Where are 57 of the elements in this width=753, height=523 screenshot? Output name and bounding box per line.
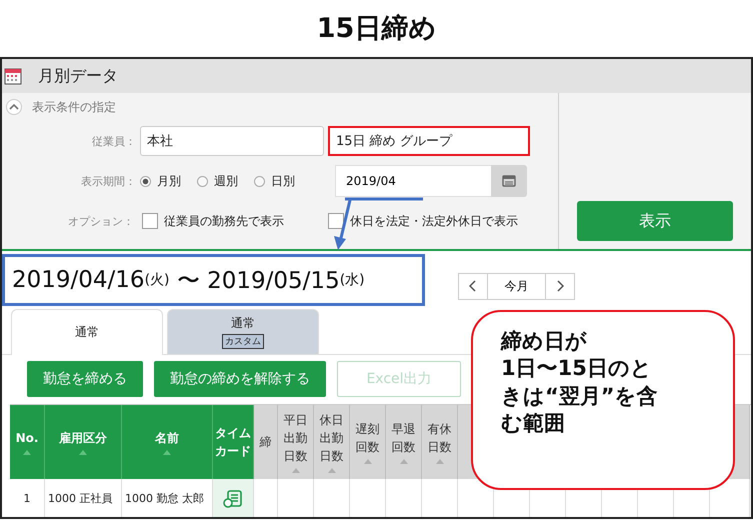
column-header[interactable]: タイムカード: [213, 405, 254, 479]
sort-icon[interactable]: [364, 459, 372, 464]
calendar-button[interactable]: [491, 165, 527, 197]
timecard-icon[interactable]: [223, 490, 243, 508]
radio-label: 月別: [157, 172, 181, 190]
column-header[interactable]: 平日出勤日数: [278, 405, 314, 479]
table-cell: 1: [10, 479, 45, 517]
chevron-up-icon: [9, 103, 19, 111]
sort-icon[interactable]: [436, 459, 444, 464]
column-header[interactable]: 締: [254, 405, 278, 479]
radio-label: 日別: [271, 172, 295, 190]
field-label: 従業員：: [91, 134, 137, 148]
date-field[interactable]: 2019/04: [335, 165, 491, 197]
column-header[interactable]: No.: [10, 405, 45, 479]
field-label: オプション：: [67, 214, 135, 228]
checkbox-label: 休日を法定・法定外休日で表示: [350, 212, 518, 230]
column-header[interactable]: 早退回数: [386, 405, 422, 479]
action-button[interactable]: 勤怠を締める: [27, 361, 143, 397]
sort-icon[interactable]: [400, 459, 408, 464]
show-button[interactable]: 表示: [577, 201, 733, 241]
chevron-left-icon: [469, 280, 477, 292]
radio-button[interactable]: [140, 176, 151, 186]
sort-icon[interactable]: [163, 450, 171, 455]
radio-button[interactable]: [254, 176, 265, 186]
calendar-icon: [4, 67, 22, 85]
column-header[interactable]: 名前: [122, 405, 213, 479]
field-label: 表示期間：: [80, 174, 137, 188]
text-field[interactable]: 15日 締め グループ: [328, 126, 530, 156]
annotation-arrow: [334, 200, 352, 250]
callout-tooltip: 締め日が 1日〜15日のと きは“翌月”を含 む範囲: [471, 310, 735, 490]
chevron-right-icon: [556, 280, 564, 292]
sort-icon[interactable]: [23, 450, 31, 455]
page-title: 15日締め: [316, 12, 438, 46]
text-field[interactable]: 本社: [140, 126, 324, 156]
collapse-button[interactable]: [6, 99, 22, 115]
column-header[interactable]: 雇用区分: [45, 405, 122, 479]
column-header[interactable]: 休日出勤日数: [314, 405, 350, 479]
sort-icon[interactable]: [79, 450, 87, 455]
radio-label: 週別: [214, 172, 238, 190]
window-title: 月別データ: [38, 66, 118, 86]
checkbox[interactable]: [142, 213, 158, 229]
column-header[interactable]: 有休日数: [422, 405, 458, 479]
table-cell: 1000 正社員: [45, 479, 122, 517]
tab[interactable]: 通常: [11, 309, 163, 355]
sort-icon[interactable]: [328, 468, 336, 473]
calendar-icon: [502, 175, 516, 187]
action-button[interactable]: 勤怠の締めを解除する: [154, 361, 326, 397]
sort-icon[interactable]: [292, 468, 300, 473]
radio-button[interactable]: [197, 176, 208, 186]
tab[interactable]: 通常 カスタム: [167, 309, 319, 354]
next-button[interactable]: [545, 272, 575, 300]
checkbox[interactable]: [328, 213, 344, 229]
current-month-button[interactable]: 今月: [488, 272, 545, 300]
column-header[interactable]: 遅刻回数: [350, 405, 386, 479]
previous-button[interactable]: [458, 272, 488, 300]
checkbox-label: 従業員の勤務先で表示: [164, 212, 284, 230]
section-title: 表示条件の指定: [32, 98, 116, 116]
